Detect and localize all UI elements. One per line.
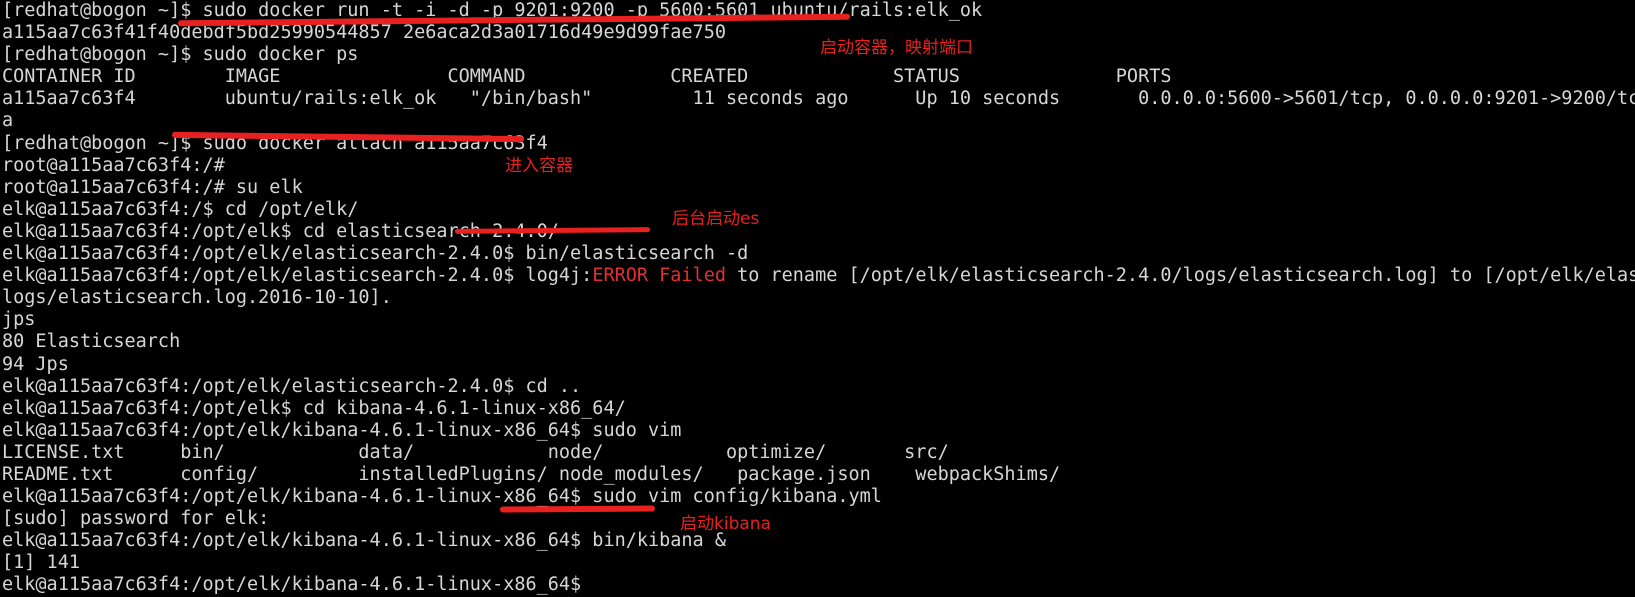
terminal-line: a115aa7c63f41f40debdf5bd25990544857 2e6a… bbox=[2, 22, 726, 44]
terminal-line: root@a115aa7c63f4:/# su elk bbox=[2, 176, 303, 198]
terminal-line: elk@a115aa7c63f4:/opt/elk/elasticsearch-… bbox=[2, 243, 749, 265]
terminal-line: [sudo] password for elk: bbox=[2, 508, 270, 530]
terminal-line: 94 Jps bbox=[2, 353, 69, 375]
terminal-line: LICENSE.txt bin/ data/ node/ optimize/ s… bbox=[2, 441, 949, 463]
background-start-es-note: 后台启动es bbox=[672, 209, 760, 229]
terminal-line: elk@a115aa7c63f4:/$ cd /opt/elk/ bbox=[2, 198, 359, 220]
terminal-line: elk@a115aa7c63f4:/opt/elk/kibana-4.6.1-l… bbox=[2, 574, 582, 596]
terminal-line: elk@a115aa7c63f4:/opt/elk/kibana-4.6.1-l… bbox=[2, 419, 682, 441]
terminal-line: a bbox=[2, 110, 14, 132]
terminal-line: [redhat@bogon ~]$ sudo docker attach a11… bbox=[2, 132, 548, 154]
terminal-line: CONTAINER ID IMAGE COMMAND CREATED STATU… bbox=[2, 66, 1635, 88]
terminal-line-error: elk@a115aa7c63f4:/opt/elk/elasticsearch-… bbox=[2, 265, 1635, 287]
terminal-window[interactable]: [redhat@bogon ~]$ sudo docker run -t -i … bbox=[0, 0, 1635, 595]
terminal-line: logs/elasticsearch.log.2016-10-10]. bbox=[2, 287, 392, 309]
terminal-line: [redhat@bogon ~]$ sudo docker ps bbox=[2, 44, 359, 66]
terminal-line: elk@a115aa7c63f4:/opt/elk/kibana-4.6.1-l… bbox=[2, 530, 726, 552]
terminal-line: jps bbox=[2, 309, 36, 331]
terminal-line: root@a115aa7c63f4:/# bbox=[2, 154, 225, 176]
terminal-line: elk@a115aa7c63f4:/opt/elk/kibana-4.6.1-l… bbox=[2, 486, 882, 508]
line-suffix: to rename [/opt/elk/elasticsearch-2.4.0/… bbox=[737, 265, 1635, 287]
line-prefix: elk@a115aa7c63f4:/opt/elk/elasticsearch-… bbox=[2, 265, 593, 287]
terminal-line: [redhat@bogon ~]$ sudo docker run -t -i … bbox=[2, 0, 983, 21]
terminal-line: elk@a115aa7c63f4:/opt/elk$ cd elasticsea… bbox=[2, 220, 559, 242]
terminal-line: [1] 141 bbox=[2, 552, 80, 574]
terminal-line: 80 Elasticsearch bbox=[2, 331, 181, 353]
start-kibana-note: 启动kibana bbox=[680, 514, 771, 534]
enter-container-note: 进入容器 bbox=[505, 156, 573, 176]
start-container-note: 启动容器，映射端口 bbox=[820, 38, 973, 58]
terminal-line: elk@a115aa7c63f4:/opt/elk$ cd kibana-4.6… bbox=[2, 397, 626, 419]
terminal-line: README.txt config/ installedPlugins/ nod… bbox=[2, 463, 1061, 485]
terminal-line: elk@a115aa7c63f4:/opt/elk/elasticsearch-… bbox=[2, 375, 582, 397]
terminal-line: a115aa7c63f4 ubuntu/rails:elk_ok "/bin/b… bbox=[2, 88, 1635, 110]
error-text: ERROR Failed bbox=[592, 265, 726, 287]
terminal-output: [redhat@bogon ~]$ sudo docker run -t -i … bbox=[0, 0, 1635, 597]
